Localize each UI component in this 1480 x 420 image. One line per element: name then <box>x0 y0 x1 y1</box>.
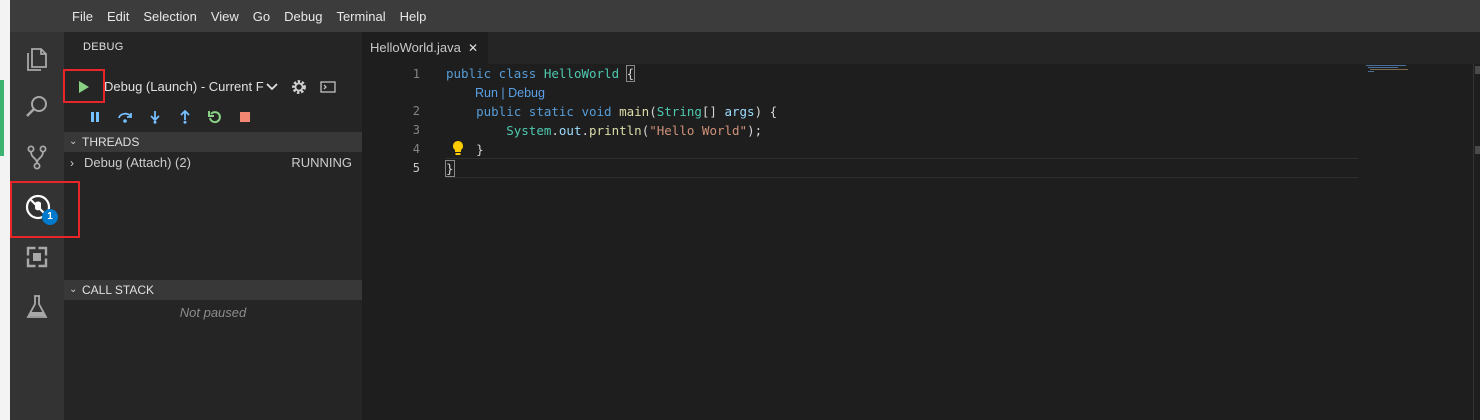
menu-go[interactable]: Go <box>253 9 270 24</box>
code-editor[interactable]: 1 2 3 4 5 public class HelloWorld { Run … <box>362 64 1480 420</box>
codelens-run-debug[interactable]: Run | Debug <box>475 86 545 100</box>
scrollbar-marker <box>1475 146 1480 154</box>
menu-file[interactable]: File <box>72 9 93 24</box>
extensions-icon[interactable] <box>10 232 64 282</box>
chevron-down-icon: ⌄ <box>69 136 78 147</box>
step-over-button[interactable] <box>110 108 140 126</box>
menu-debug[interactable]: Debug <box>284 9 322 24</box>
restart-icon <box>208 111 221 124</box>
minimap-line <box>1368 67 1398 68</box>
close-icon[interactable]: ✕ <box>468 32 478 64</box>
code-line-3: System.out.println("Hello World"); <box>506 123 763 138</box>
menu-edit[interactable]: Edit <box>107 9 129 24</box>
lightbulb-icon[interactable] <box>452 140 464 156</box>
stop-button[interactable] <box>230 108 260 126</box>
line-number: 5 <box>412 161 420 175</box>
editor-tab-bar: HelloWorld.java ✕ <box>362 32 1480 64</box>
debug-toolbar <box>80 108 260 126</box>
code-line-2: public static void main(String[] args) { <box>476 104 778 119</box>
step-out-icon <box>180 110 190 124</box>
line-number: 2 <box>412 104 420 118</box>
code-line-5: } <box>445 160 455 177</box>
menu-terminal[interactable]: Terminal <box>336 9 385 24</box>
debug-sidebar: DEBUG Debug (Launch) - Current F ⌄ THREA… <box>64 32 362 420</box>
test-icon[interactable] <box>10 282 64 332</box>
step-out-button[interactable] <box>170 108 200 126</box>
minimap[interactable] <box>1362 64 1480 420</box>
highlight-box-run <box>63 69 105 103</box>
gear-icon[interactable] <box>290 78 308 96</box>
menu-view[interactable]: View <box>211 9 239 24</box>
scrollbar-marker <box>1475 66 1480 74</box>
current-line-highlight <box>446 158 1358 178</box>
debug-console-icon[interactable] <box>320 80 336 94</box>
vertical-scrollbar[interactable] <box>1473 64 1480 420</box>
source-control-icon[interactable] <box>10 132 64 182</box>
thread-status: RUNNING <box>291 155 352 170</box>
gutter-accent <box>0 80 4 156</box>
chevron-down-icon <box>266 83 278 91</box>
chevron-down-icon: ⌄ <box>69 284 78 295</box>
sidebar-title: DEBUG <box>83 41 124 53</box>
search-icon[interactable] <box>10 82 64 132</box>
tab-label: HelloWorld.java <box>370 40 461 55</box>
line-number: 3 <box>412 123 420 137</box>
menu-selection[interactable]: Selection <box>143 9 196 24</box>
minimap-line <box>1366 65 1406 66</box>
line-number: 1 <box>412 67 420 81</box>
highlight-box-debug <box>10 181 80 238</box>
window-gutter <box>0 0 10 420</box>
thread-row[interactable]: › Debug (Attach) (2) RUNNING <box>64 152 362 174</box>
minimap-line <box>1370 69 1408 70</box>
thread-name: Debug (Attach) (2) <box>84 155 191 170</box>
call-stack-section-header[interactable]: ⌄ CALL STACK <box>64 280 362 300</box>
call-stack-empty-message: Not paused <box>179 305 247 320</box>
pause-icon <box>91 112 99 122</box>
chevron-right-icon: › <box>70 156 74 170</box>
code-line-1: public class HelloWorld { <box>446 65 636 82</box>
threads-header-label: THREADS <box>82 135 140 149</box>
stop-icon <box>240 112 250 122</box>
explorer-icon[interactable] <box>10 34 64 84</box>
step-into-icon <box>150 111 160 124</box>
launch-configuration-select[interactable]: Debug (Launch) - Current F <box>104 76 284 98</box>
restart-button[interactable] <box>200 108 230 126</box>
threads-section-header[interactable]: ⌄ THREADS <box>64 132 362 152</box>
menu-help[interactable]: Help <box>400 9 427 24</box>
launch-configuration-value: Debug (Launch) - Current F <box>104 79 264 94</box>
line-number: 4 <box>412 142 420 156</box>
call-stack-header-label: CALL STACK <box>82 283 155 297</box>
menu-bar: File Edit Selection View Go Debug Termin… <box>10 0 1480 32</box>
step-over-icon <box>118 112 132 123</box>
tab-helloworld-java[interactable]: HelloWorld.java ✕ <box>362 32 488 64</box>
step-into-button[interactable] <box>140 108 170 126</box>
pause-button[interactable] <box>80 108 110 126</box>
minimap-line <box>1368 71 1374 72</box>
